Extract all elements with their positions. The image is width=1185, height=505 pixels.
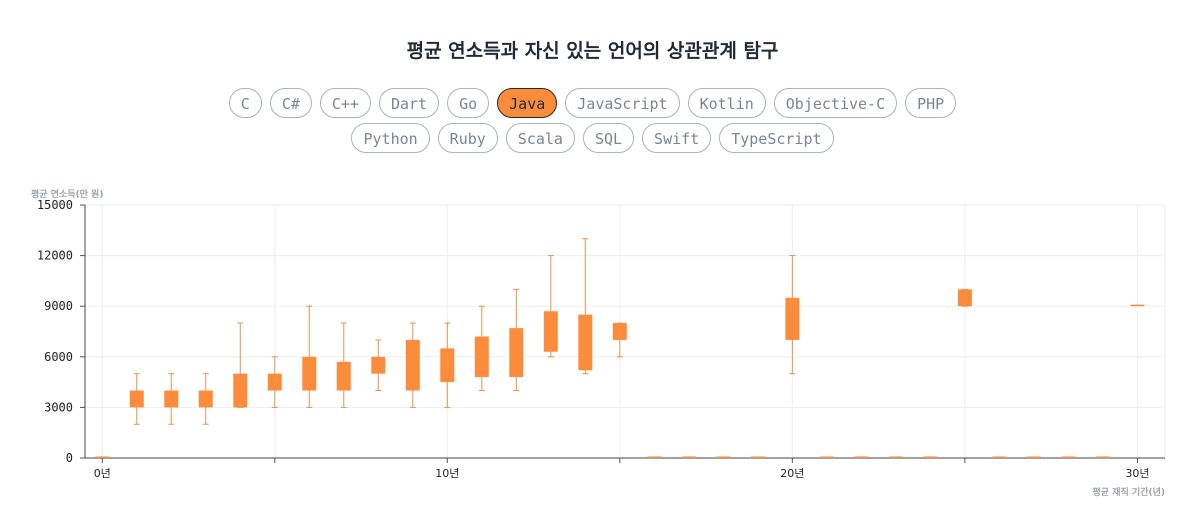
candle-28: [1061, 456, 1076, 458]
candle-7: [336, 322, 351, 408]
language-chip-row-2: Python Ruby Scala SQL Swift TypeScript: [0, 123, 1185, 153]
language-chip-dart[interactable]: Dart: [378, 88, 440, 118]
language-chip-cplusplus[interactable]: C++: [319, 88, 371, 118]
candle-body: [543, 311, 558, 352]
candle-body: [819, 456, 834, 458]
candle-body: [233, 373, 248, 408]
language-chip-c[interactable]: C: [228, 88, 262, 118]
language-chip-objective-c[interactable]: Objective-C: [773, 88, 898, 118]
y-axis-title: 평균 연소득(만 원): [31, 188, 103, 200]
y-tick-label: 12000: [37, 249, 73, 263]
candle-20: [785, 255, 800, 375]
language-chip-javascript[interactable]: JavaScript: [565, 88, 680, 118]
candle-body: [750, 456, 765, 458]
candle-19: [750, 456, 765, 458]
candle-22: [854, 456, 869, 458]
candle-0: [95, 456, 110, 458]
x-tick-label: 30년: [1125, 467, 1149, 480]
y-tick-label: 9000: [44, 299, 73, 313]
candle-27: [1026, 456, 1041, 458]
candle-body: [129, 390, 144, 408]
candle-25: [957, 288, 972, 307]
candle-8: [371, 339, 386, 392]
y-tick-label: 6000: [44, 350, 73, 364]
y-tick-label: 15000: [37, 198, 73, 212]
candle-body: [474, 336, 489, 378]
candle-3: [198, 373, 213, 425]
candle-29: [1095, 456, 1110, 458]
candle-body: [854, 456, 869, 458]
candle-30: [1130, 304, 1145, 307]
candle-body: [647, 456, 662, 458]
candle-body: [509, 328, 524, 378]
candle-body: [578, 314, 593, 371]
x-tick-label: 0년: [94, 467, 111, 480]
candle-body: [1095, 456, 1110, 458]
candle-21: [819, 456, 834, 458]
language-chip-ruby[interactable]: Ruby: [437, 123, 498, 153]
language-filter: C C# C++ Dart Go Java JavaScript Kotlin Objectiv…: [0, 88, 1185, 158]
candle-body: [888, 456, 903, 458]
y-tick-label: 0: [66, 451, 73, 465]
candle-2: [164, 373, 179, 425]
candle-24: [923, 456, 938, 458]
language-chip-row-1: C C# C++ Dart Go Java JavaScript Kotlin Objectiv…: [0, 88, 1185, 118]
candle-body: [716, 456, 731, 458]
x-tick-label: 10년: [435, 467, 459, 480]
page-title: 평균 연소득과 자신 있는 언어의 상관관계 탐구: [406, 40, 779, 62]
language-chip-kotlin[interactable]: Kotlin: [687, 88, 766, 118]
language-chip-python[interactable]: Python: [351, 123, 430, 153]
candle-26: [992, 456, 1007, 458]
candle-body: [371, 356, 386, 374]
candle-body: [164, 390, 179, 408]
candle-5: [267, 356, 282, 408]
language-chip-sql[interactable]: SQL: [582, 123, 635, 153]
candle-body: [957, 289, 972, 307]
axis-layer: 0 3000 6000 9000 12000 15000 0년 10년 20년 30년: [37, 198, 1165, 480]
candle-body: [612, 323, 627, 340]
candle-9: [405, 322, 420, 408]
candle-body: [681, 456, 696, 458]
x-axis-title: 평균 재직 기간(년): [1093, 486, 1165, 498]
page: 평균 연소득과 자신 있는 언어의 상관관계 탐구 C C# C++ Dart Go Ja…: [0, 0, 1185, 505]
candle-body: [1130, 304, 1145, 307]
candle-23: [888, 456, 903, 458]
language-chip-go[interactable]: Go: [447, 88, 490, 118]
candle-body: [95, 456, 110, 458]
candle-body: [405, 339, 420, 391]
language-chip-scala[interactable]: Scala: [505, 123, 575, 153]
candle-15: [612, 322, 627, 358]
candle-17: [681, 456, 696, 458]
candle-body: [267, 373, 282, 391]
language-chip-typescript[interactable]: TypeScript: [719, 123, 834, 153]
candle-body: [992, 456, 1007, 458]
candle-11: [474, 305, 489, 392]
candle-12: [509, 288, 524, 392]
x-tick-label: 20년: [780, 467, 804, 480]
candle-18: [716, 456, 731, 458]
candle-body: [1026, 456, 1041, 458]
candle-body: [785, 297, 800, 340]
candle-4: [233, 322, 248, 408]
language-chip-swift[interactable]: Swift: [642, 123, 712, 153]
language-chip-php[interactable]: PHP: [905, 88, 957, 118]
language-chip-csharp[interactable]: C#: [269, 88, 312, 118]
candle-16: [647, 456, 662, 458]
candle-10: [440, 322, 455, 408]
income-tenure-candlestick-chart: 0 3000 6000 9000 12000 15000 0년 10년 20년 30년 평균 연소…: [31, 188, 1166, 498]
candle-body: [336, 361, 351, 391]
language-chip-java[interactable]: Java: [497, 88, 558, 118]
candle-body: [302, 356, 317, 391]
candle-1: [129, 373, 144, 425]
candle-body: [923, 456, 938, 458]
candle-body: [440, 348, 455, 383]
candle-body: [198, 390, 213, 408]
y-tick-label: 3000: [44, 400, 73, 414]
candle-body: [1061, 456, 1076, 458]
